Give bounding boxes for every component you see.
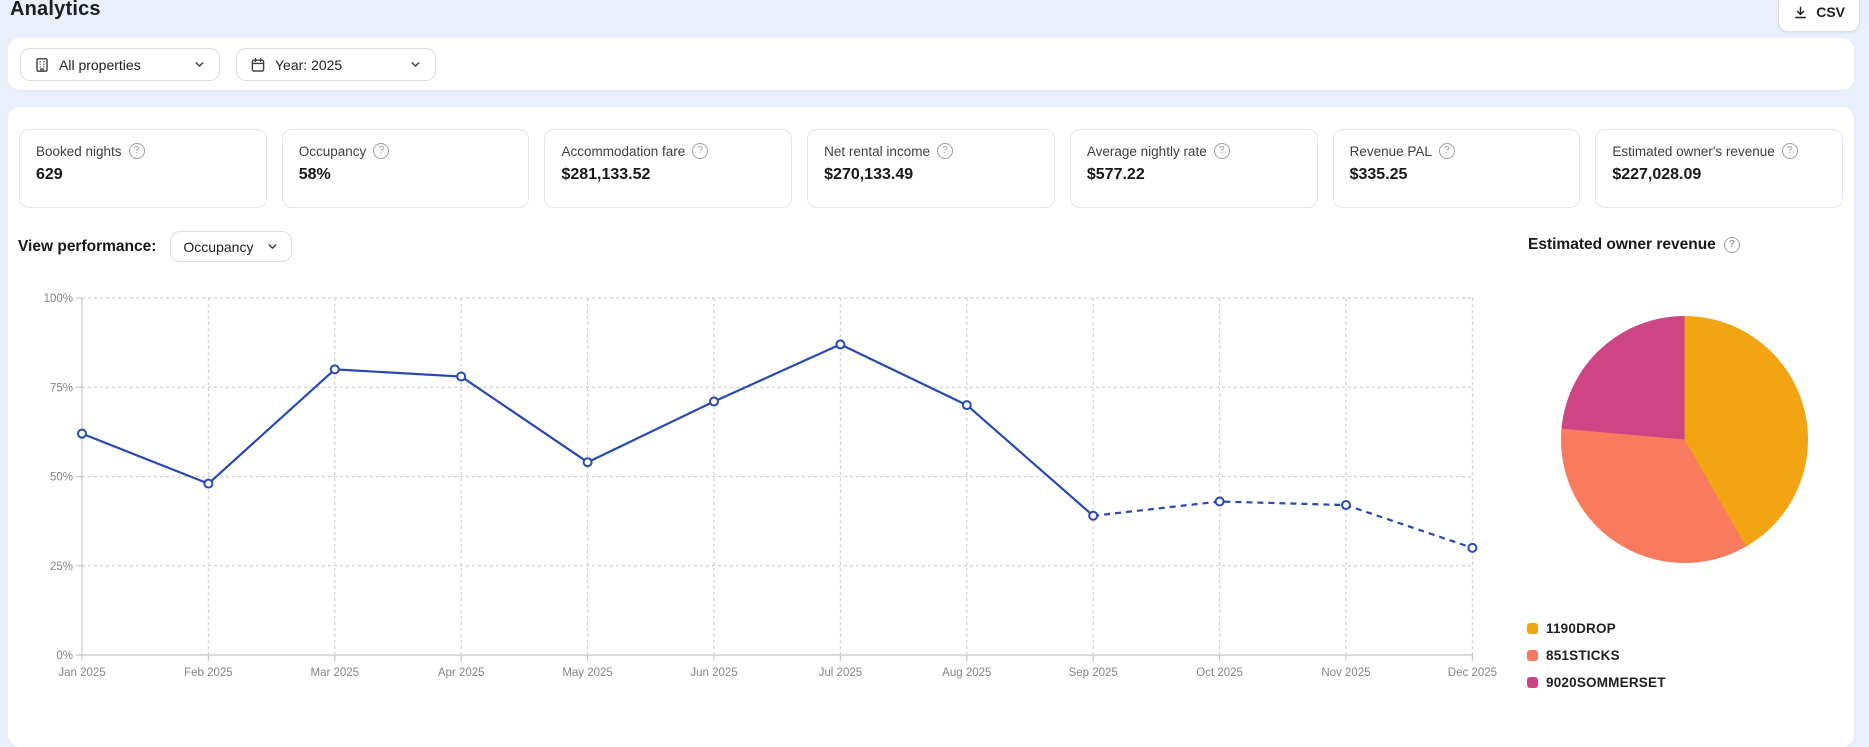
- kpi-card-net-rental-income: Net rental income $270,133.49: [807, 129, 1055, 208]
- download-icon: [1793, 5, 1808, 20]
- building-icon: [34, 57, 50, 73]
- kpi-label: Booked nights: [36, 143, 122, 159]
- chevron-down-icon: [193, 58, 206, 71]
- svg-text:0%: 0%: [56, 650, 73, 662]
- chevron-down-icon: [266, 240, 279, 253]
- year-filter-dropdown[interactable]: Year: 2025: [236, 48, 436, 81]
- help-icon[interactable]: [1723, 237, 1740, 253]
- occupancy-line-chart[interactable]: 0% 25% 50% 75% 100% Jan 2025 Feb 2025 Mar 2025 A…: [30, 292, 1500, 692]
- kpi-label: Net rental income: [824, 143, 930, 159]
- pie-legend: 1190DROP 851STICKS 9020SOMMERSET: [1527, 621, 1666, 702]
- property-filter-dropdown[interactable]: All properties: [20, 48, 220, 81]
- svg-text:Dec 2025: Dec 2025: [1448, 667, 1497, 679]
- svg-text:100%: 100%: [44, 293, 73, 305]
- kpi-label: Average nightly rate: [1086, 143, 1207, 159]
- legend-swatch: [1527, 677, 1538, 688]
- svg-text:Feb 2025: Feb 2025: [184, 667, 233, 679]
- svg-text:Nov 2025: Nov 2025: [1321, 667, 1370, 679]
- help-icon[interactable]: [936, 143, 953, 159]
- filter-bar: All properties Year: 2025: [8, 38, 1854, 90]
- chevron-down-icon: [409, 58, 422, 71]
- kpi-value: $281,133.52: [561, 166, 651, 183]
- kpi-card-estimated-owners-revenue: Estimated owner's revenue $227,028.09: [1595, 129, 1844, 208]
- svg-text:Jul 2025: Jul 2025: [819, 667, 862, 679]
- svg-text:Oct 2025: Oct 2025: [1196, 667, 1243, 679]
- kpi-label: Occupancy: [298, 143, 367, 159]
- csv-download-button[interactable]: CSV: [1778, 0, 1860, 32]
- svg-text:75%: 75%: [50, 382, 73, 394]
- legend-swatch: [1527, 650, 1538, 661]
- help-icon[interactable]: [1438, 143, 1455, 159]
- kpi-value: 629: [36, 166, 63, 183]
- performance-metric-dropdown[interactable]: Occupancy: [170, 231, 293, 262]
- help-icon[interactable]: [1781, 143, 1798, 159]
- legend-label: 851STICKS: [1546, 648, 1620, 663]
- legend-swatch: [1527, 623, 1538, 634]
- help-icon[interactable]: [128, 143, 145, 159]
- legend-item[interactable]: 9020SOMMERSET: [1527, 675, 1666, 690]
- kpi-value: $270,133.49: [824, 166, 914, 183]
- svg-text:Jan 2025: Jan 2025: [58, 667, 105, 679]
- legend-label: 9020SOMMERSET: [1546, 675, 1666, 690]
- csv-button-label: CSV: [1816, 4, 1845, 20]
- kpi-label: Revenue PAL: [1349, 143, 1432, 159]
- page-title: Analytics: [10, 0, 101, 20]
- owner-revenue-pie-chart[interactable]: [1561, 316, 1808, 563]
- svg-text:Sep 2025: Sep 2025: [1069, 667, 1118, 679]
- kpi-value: $227,028.09: [1612, 166, 1702, 183]
- legend-label: 1190DROP: [1546, 621, 1616, 636]
- help-icon[interactable]: [692, 143, 709, 159]
- kpi-card-accommodation-fare: Accommodation fare $281,133.52: [544, 129, 793, 208]
- pie-chart-title-text: Estimated owner revenue: [1528, 236, 1716, 253]
- kpi-card-average-nightly-rate: Average nightly rate $577.22: [1069, 129, 1318, 208]
- legend-item[interactable]: 1190DROP: [1527, 621, 1666, 636]
- kpi-card-booked-nights: Booked nights 629: [19, 129, 267, 208]
- legend-item[interactable]: 851STICKS: [1527, 648, 1666, 663]
- svg-text:25%: 25%: [50, 561, 73, 573]
- kpi-card-row: Booked nights 629 Occupancy 58% Accommod…: [19, 129, 1844, 208]
- kpi-value: $577.22: [1086, 166, 1145, 183]
- performance-metric-value: Occupancy: [183, 238, 254, 255]
- kpi-card-revenue-pal: Revenue PAL $335.25: [1332, 129, 1581, 208]
- kpi-label: Accommodation fare: [561, 143, 686, 159]
- kpi-value: 58%: [298, 166, 331, 183]
- kpi-label: Estimated owner's revenue: [1612, 143, 1775, 159]
- svg-text:May 2025: May 2025: [562, 667, 613, 679]
- kpi-value: $335.25: [1349, 166, 1408, 183]
- svg-text:50%: 50%: [50, 472, 73, 484]
- kpi-card-occupancy: Occupancy 58%: [281, 129, 530, 208]
- pie-chart-title: Estimated owner revenue: [1528, 236, 1740, 254]
- svg-text:Jun 2025: Jun 2025: [690, 667, 737, 679]
- view-performance-row: View performance: Occupancy: [18, 231, 293, 262]
- property-filter-value: All properties: [59, 56, 141, 73]
- svg-text:Apr 2025: Apr 2025: [438, 667, 485, 679]
- help-icon[interactable]: [1213, 143, 1230, 159]
- calendar-icon: [250, 57, 266, 73]
- svg-text:Mar 2025: Mar 2025: [311, 667, 360, 679]
- svg-text:Aug 2025: Aug 2025: [942, 667, 991, 679]
- year-filter-value: Year: 2025: [275, 56, 343, 73]
- help-icon[interactable]: [373, 143, 390, 159]
- view-performance-label: View performance:: [18, 237, 157, 255]
